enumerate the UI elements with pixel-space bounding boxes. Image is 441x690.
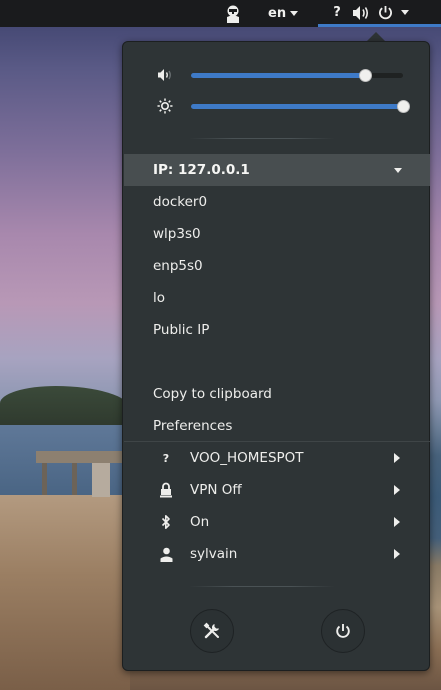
user-indicator[interactable]: [222, 0, 244, 27]
ip-submenu-header[interactable]: IP: 127.0.0.1: [124, 154, 430, 186]
settings-button[interactable]: [190, 609, 234, 653]
copy-to-clipboard-item[interactable]: Copy to clipboard: [124, 378, 430, 410]
brightness-slider-row: [123, 95, 429, 117]
power-icon: [336, 624, 350, 638]
vpn-item[interactable]: VPN Off: [124, 474, 430, 506]
chevron-down-icon: [401, 10, 409, 15]
brightness-icon: [156, 97, 174, 115]
volume-slider[interactable]: [191, 69, 403, 82]
chevron-right-icon: [394, 485, 400, 495]
copy-label: Copy to clipboard: [153, 386, 272, 402]
background-hill: [0, 386, 130, 426]
background-pier: [36, 451, 126, 463]
brightness-slider[interactable]: [191, 100, 410, 113]
interface-item-public-ip[interactable]: Public IP: [124, 314, 430, 346]
network-unknown-icon: ?: [333, 5, 341, 20]
interface-label: lo: [153, 290, 166, 306]
user-icon: [227, 5, 239, 23]
bluetooth-icon: [157, 513, 175, 531]
top-bar: en ?: [0, 0, 441, 27]
separator: [189, 138, 335, 139]
interface-item-lo[interactable]: lo: [124, 282, 430, 314]
chevron-right-icon: [394, 453, 400, 463]
chevron-down-icon: [394, 168, 402, 173]
chevron-right-icon: [394, 517, 400, 527]
preferences-item[interactable]: Preferences: [124, 410, 430, 442]
separator: [189, 586, 335, 587]
interface-label: Public IP: [153, 322, 210, 338]
background-pier-leg: [72, 463, 77, 495]
vpn-lock-icon: [157, 481, 175, 499]
language-selector[interactable]: en: [268, 0, 299, 27]
interface-label: docker0: [153, 194, 208, 210]
power-off-button[interactable]: [321, 609, 365, 653]
volume-slider-handle[interactable]: [358, 69, 372, 82]
user-item[interactable]: sylvain: [124, 538, 430, 570]
system-menu: IP: 127.0.0.1 docker0 wlp3s0 enp5s0 lo P…: [122, 41, 430, 671]
interface-label: enp5s0: [153, 258, 203, 274]
system-status-area[interactable]: ?: [330, 0, 409, 25]
bluetooth-status-label: On: [190, 514, 210, 530]
chevron-down-icon: [290, 11, 299, 16]
volume-low-icon: [156, 66, 174, 84]
background-pier-block: [92, 463, 110, 497]
volume-slider-fill: [191, 73, 365, 78]
brightness-slider-handle[interactable]: [397, 100, 410, 113]
interface-item-wlp3s0[interactable]: wlp3s0: [124, 218, 430, 250]
preferences-label: Preferences: [153, 418, 233, 434]
wifi-unknown-icon: ?: [162, 451, 170, 465]
volume-icon: [353, 5, 369, 20]
interface-item-docker0[interactable]: docker0: [124, 186, 430, 218]
ip-address-label: IP: 127.0.0.1: [153, 162, 250, 178]
background-pier-leg: [42, 463, 47, 495]
wifi-network-label: VOO_HOMESPOT: [190, 450, 304, 466]
active-indicator: [318, 24, 441, 27]
settings-icon: [203, 622, 219, 639]
background-rocks: [0, 495, 130, 690]
brightness-slider-fill: [191, 104, 403, 109]
interface-item-enp5s0[interactable]: enp5s0: [124, 250, 430, 282]
language-label: en: [268, 6, 287, 21]
user-icon: [157, 545, 175, 563]
vpn-status-label: VPN Off: [190, 482, 242, 498]
interface-label: wlp3s0: [153, 226, 201, 242]
volume-slider-row: [123, 64, 429, 86]
chevron-right-icon: [394, 549, 400, 559]
wifi-item[interactable]: ? VOO_HOMESPOT: [124, 442, 430, 474]
bluetooth-item[interactable]: On: [124, 506, 430, 538]
power-icon: [379, 6, 392, 20]
username-label: sylvain: [190, 546, 238, 562]
